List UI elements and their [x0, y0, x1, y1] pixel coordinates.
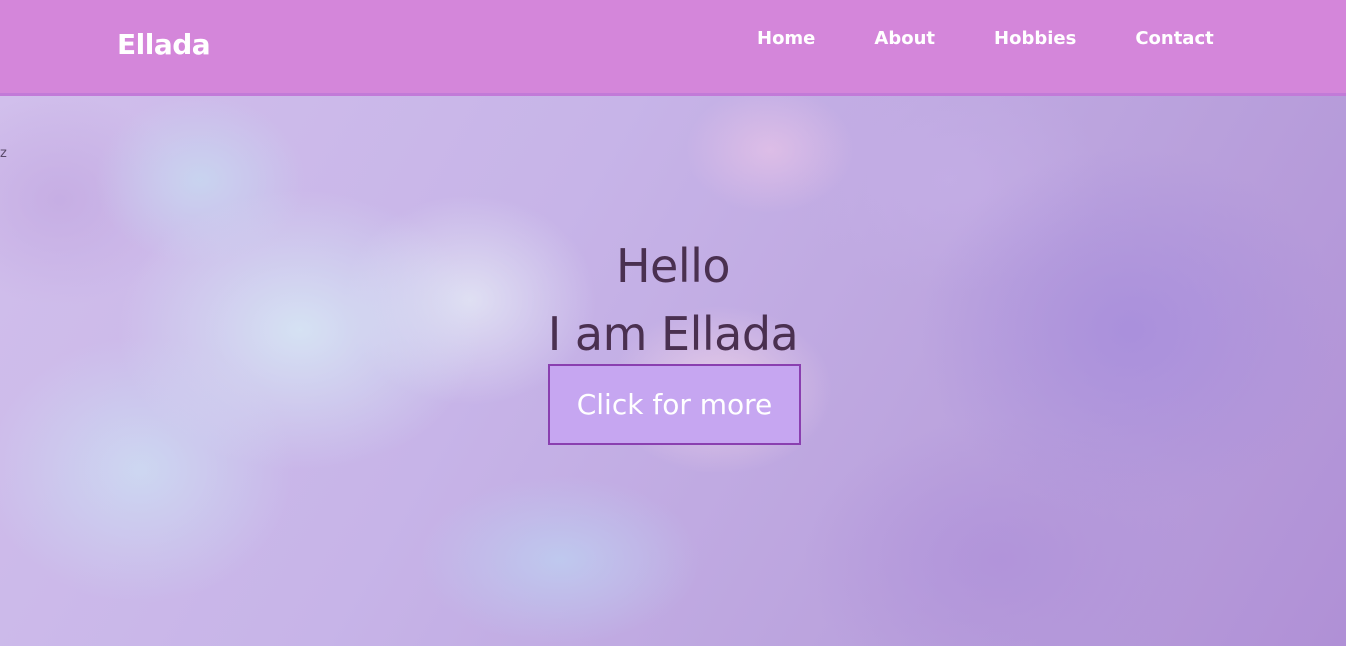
page: Ellada Home About Hobbies Contact z Hell… — [0, 0, 1346, 646]
stray-text: z — [0, 146, 7, 161]
nav-link-contact[interactable]: Contact — [1135, 28, 1213, 49]
brand-logo-link[interactable]: Ellada — [117, 28, 211, 61]
click-for-more-button[interactable]: Click for more — [548, 364, 801, 445]
nav-link-hobbies[interactable]: Hobbies — [994, 28, 1076, 49]
nav-link-about[interactable]: About — [874, 28, 935, 49]
hero-greeting: Hello — [615, 239, 731, 293]
navbar: Ellada Home About Hobbies Contact — [0, 0, 1346, 96]
nav-link-home[interactable]: Home — [757, 28, 815, 49]
nav-links: Home About Hobbies Contact — [757, 28, 1214, 49]
hero-intro: I am Ellada — [547, 307, 799, 361]
hero-heading: Hello I am Ellada — [0, 232, 1346, 368]
